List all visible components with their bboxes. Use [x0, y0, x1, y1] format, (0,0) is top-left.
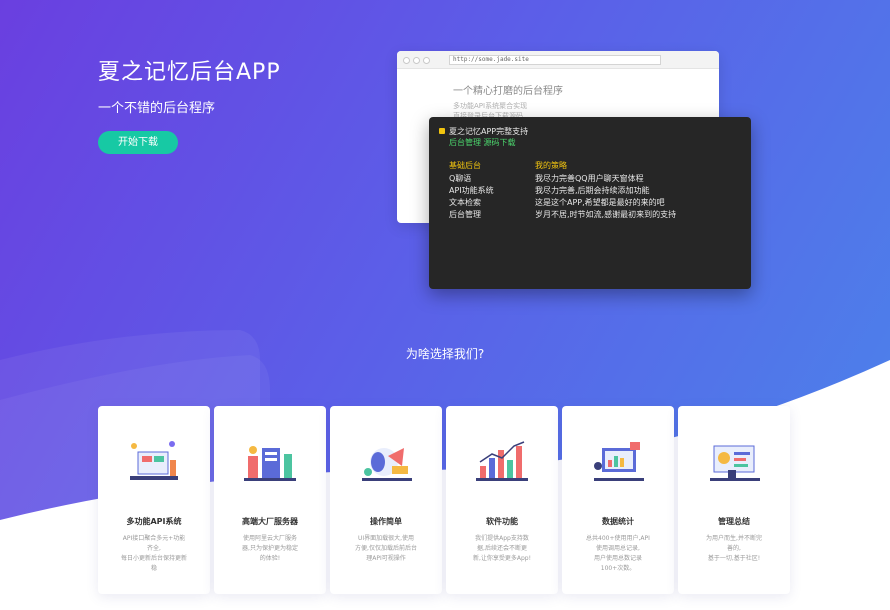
feature-card[interactable]: 管理总结 为用户而生,并不断完 善的, 基于一切,基于社区! — [678, 406, 790, 594]
app-subtitle: 一个不错的后台程序 — [98, 101, 216, 116]
feature-card-desc: 为用户而生,并不断完 善的, 基于一切,基于社区! — [706, 535, 762, 562]
terminal-mockup: 夏之记忆APP完整支持 后台管理 源码下载 基础后台 我的策略 Q聊语 我尽力完… — [429, 117, 751, 289]
feature-card[interactable]: 软件功能 我们提供App支持数 据,后续还会不断更 新,让你享受更多App! — [446, 406, 558, 594]
terminal-row-right: 我尽力完善,后期会持续添加功能 — [535, 186, 650, 195]
terminal-row-left: 后台管理 — [449, 210, 481, 219]
terminal-row-left: 文本检索 — [449, 198, 481, 207]
feature-card[interactable]: 多功能API系统 API接口聚合多元+功能 齐全, 每日小更新后台保持更新 稳 — [98, 406, 210, 594]
terminal-row-left: API功能系统 — [449, 186, 494, 195]
terminal-row-left: Q聊语 — [449, 174, 472, 183]
browser-url: http://some.jade.site — [449, 55, 661, 65]
hero-section: 夏之记忆后台APP 一个不错的后台程序 开始下载 http://some.jad… — [0, 0, 890, 610]
browser-line: 多功能API系统聚合实现 — [453, 102, 528, 110]
feature-card-title: 操作简单 — [370, 517, 402, 526]
chart-illustration-icon — [476, 441, 528, 481]
monitor-illustration-icon — [594, 442, 644, 481]
dashboard-illustration-icon — [710, 445, 760, 481]
feature-card[interactable]: 操作简单 UI界面加载很大,使用 方便,仅仅加载后前后台 理API可视操作 — [330, 406, 442, 594]
browser-heading: 一个精心打磨的后台程序 — [453, 86, 563, 97]
window-dot-icon — [413, 57, 420, 64]
feature-card-title: 软件功能 — [486, 517, 518, 526]
feature-card-desc: API接口聚合多元+功能 齐全, 每日小更新后台保持更新 稳 — [120, 535, 187, 572]
feature-card-desc: UI界面加载很大,使用 方便,仅仅加载后前后台 理API可视操作 — [355, 535, 417, 562]
mouse-illustration-icon — [362, 448, 412, 481]
workspace-illustration-icon — [130, 441, 178, 480]
terminal-row-right: 我尽力完善QQ用户聊天窗体程 — [535, 174, 644, 183]
terminal-row-right: 岁月不居,时节如流,感谢最初来到的支持 — [535, 210, 677, 219]
terminal-line: 后台管理 源码下载 — [449, 138, 516, 147]
terminal-line: 夏之记忆APP完整支持 — [449, 127, 529, 136]
terminal-row-right: 这是这个APP,希望都是最好的来的吧 — [535, 198, 665, 207]
section-title: 为啥选择我们? — [405, 347, 485, 361]
download-button[interactable]: 开始下载 — [98, 131, 178, 154]
feature-cards: 多功能API系统 API接口聚合多元+功能 齐全, 每日小更新后台保持更新 稳 … — [98, 406, 790, 594]
terminal-col-left-head: 基础后台 — [449, 161, 481, 170]
feature-card-desc: 使用阿里云大厂服务 器,只为保护更为稳定 的体验! — [242, 535, 298, 562]
feature-card[interactable]: 高端大厂服务器 使用阿里云大厂服务 器,只为保护更为稳定 的体验! — [214, 406, 326, 594]
window-dot-icon — [423, 57, 430, 64]
terminal-prompt-icon — [439, 128, 445, 134]
feature-card-title: 数据统计 — [602, 517, 634, 526]
app-title: 夏之记忆后台APP — [98, 60, 281, 85]
feature-card-title: 高端大厂服务器 — [242, 517, 298, 526]
browser-toolbar: http://some.jade.site — [397, 51, 719, 69]
feature-card-desc: 总共400+使用用户,API 使用调用总记录, 用户使用总数记录 100+次数。 — [586, 535, 650, 572]
terminal-col-right-head: 我的策略 — [535, 161, 567, 170]
feature-card-desc: 我们提供App支持数 据,后续还会不断更 新,让你享受更多App! — [472, 535, 532, 562]
server-illustration-icon — [244, 446, 296, 481]
feature-card-title: 管理总结 — [718, 517, 750, 526]
window-dot-icon — [403, 57, 410, 64]
feature-card-title: 多功能API系统 — [126, 517, 182, 526]
feature-card[interactable]: 数据统计 总共400+使用用户,API 使用调用总记录, 用户使用总数记录 10… — [562, 406, 674, 594]
